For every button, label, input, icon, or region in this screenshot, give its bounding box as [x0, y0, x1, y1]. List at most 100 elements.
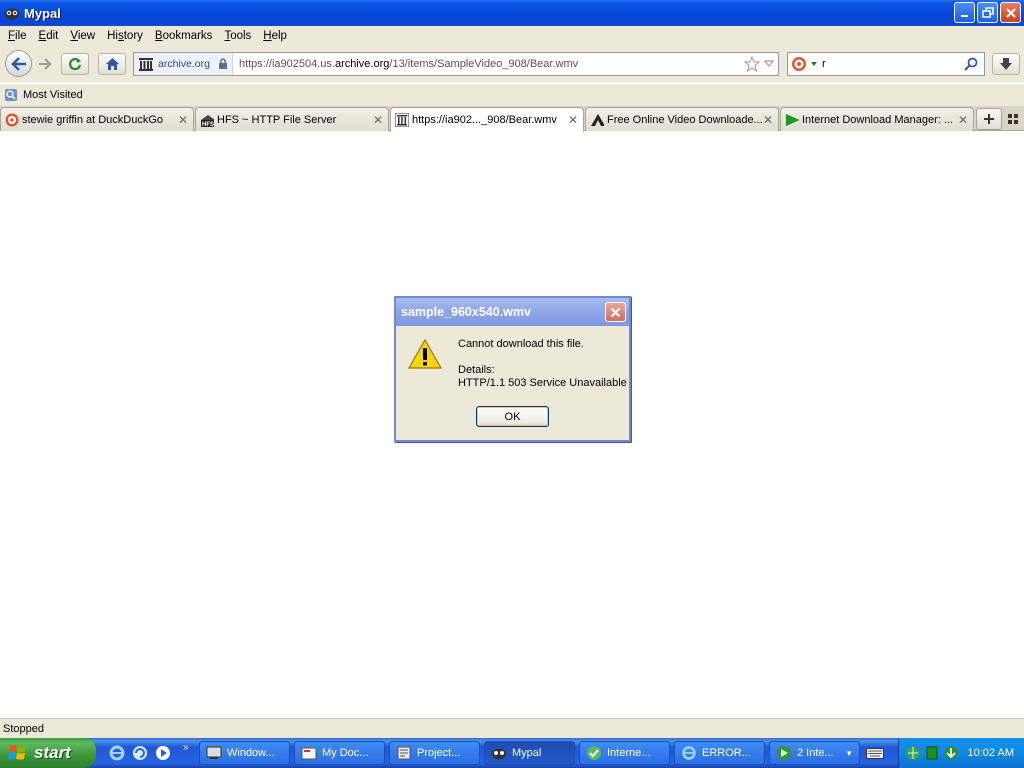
task-label: My Doc... — [322, 747, 369, 759]
status-bar: Stopped — [0, 718, 1024, 738]
ie-icon — [682, 746, 696, 760]
quicklaunch-ie[interactable] — [108, 744, 126, 762]
home-button[interactable] — [98, 53, 126, 75]
task-label: ERROR... — [702, 747, 751, 759]
idm-tray-icon[interactable] — [943, 745, 959, 761]
idm-icon — [777, 746, 791, 760]
media-player-icon — [156, 746, 170, 760]
menu-bar: File Edit View History Bookmarks Tools H… — [0, 26, 1024, 46]
url-text[interactable]: https://ia902504.us.archive.org/13/items… — [233, 58, 744, 70]
bookmark-most-visited[interactable]: Most Visited — [4, 88, 83, 102]
mypal-icon — [492, 748, 506, 760]
chevron-down-icon: ▼ — [845, 748, 853, 758]
folder-icon — [301, 747, 317, 760]
navigation-toolbar: archive.org https://ia902504.us.archive.… — [0, 46, 1024, 82]
all-tabs-button[interactable] — [1006, 112, 1020, 126]
dialog-close-button[interactable] — [605, 302, 626, 322]
dialog-title: sample_960x540.wmv — [401, 305, 531, 319]
back-button[interactable] — [5, 50, 32, 77]
internet-icon — [587, 746, 601, 760]
tab-duckduckgo[interactable]: stewie griffin at DuckDuckGo ✕ — [0, 107, 194, 131]
downloads-button[interactable] — [992, 53, 1020, 75]
triangle-icon — [591, 113, 604, 126]
site-identity-label: archive.org — [158, 58, 210, 70]
ok-button[interactable]: OK — [476, 406, 549, 427]
tab-close-icon[interactable]: ✕ — [957, 114, 969, 126]
reload-icon — [68, 58, 82, 71]
task-label: Project... — [417, 747, 461, 759]
close-icon — [1005, 7, 1016, 18]
task-label: 2 Inte... — [797, 747, 834, 759]
lock-icon — [218, 58, 227, 69]
task-mypal[interactable]: Mypal — [484, 741, 575, 765]
menu-history[interactable]: History — [101, 30, 149, 42]
menu-tools[interactable]: Tools — [218, 30, 257, 42]
task-project[interactable]: Project... — [389, 741, 480, 765]
task-label: Window... — [227, 747, 275, 759]
search-input[interactable] — [822, 58, 962, 70]
network-icon[interactable] — [905, 745, 921, 761]
forward-arrow-icon — [39, 58, 52, 70]
address-bar[interactable]: archive.org https://ia902504.us.archive.… — [133, 52, 779, 76]
menu-help[interactable]: Help — [257, 30, 293, 42]
archive-icon — [395, 113, 409, 127]
minimize-icon — [960, 14, 968, 17]
archive-icon — [139, 57, 153, 71]
green-status-icon[interactable] — [926, 746, 938, 760]
quicklaunch-media-player[interactable] — [154, 744, 172, 762]
menu-view[interactable]: View — [64, 30, 101, 42]
windows-taskbar: start » Window... My Doc... Project... M… — [0, 738, 1024, 768]
dialog-details-label: Details: — [458, 364, 495, 376]
minimize-button[interactable] — [954, 2, 975, 23]
forward-button[interactable] — [34, 55, 56, 73]
tab-video-downloader[interactable]: Free Online Video Downloade... ✕ — [585, 107, 779, 131]
tab-label: Free Online Video Downloade... — [607, 113, 762, 126]
task-windows[interactable]: Window... — [199, 741, 290, 765]
task-my-documents[interactable]: My Doc... — [294, 741, 385, 765]
windows-logo-icon — [8, 745, 26, 760]
search-bar[interactable] — [787, 52, 985, 76]
keyboard-icon[interactable] — [866, 746, 884, 760]
search-engine-dropdown-icon[interactable] — [810, 61, 818, 67]
url-dropdown-icon[interactable] — [764, 60, 774, 68]
new-tab-button[interactable] — [976, 108, 1002, 130]
quicklaunch-show-desktop[interactable] — [131, 744, 149, 762]
tab-close-icon[interactable]: ✕ — [372, 114, 384, 126]
bookmark-label: Most Visited — [23, 89, 83, 101]
clock: 10:02 AM — [967, 747, 1014, 759]
window-titlebar: Mypal — [0, 0, 1024, 26]
project-icon — [397, 746, 411, 760]
menu-file[interactable]: File — [2, 30, 33, 42]
duckduckgo-search-icon[interactable] — [791, 56, 807, 72]
reload-button[interactable] — [61, 53, 89, 75]
restore-button[interactable] — [977, 2, 998, 23]
site-identity-button[interactable]: archive.org — [134, 53, 233, 75]
back-arrow-icon — [10, 56, 26, 71]
search-icon[interactable] — [964, 57, 978, 71]
tab-label: https://ia902..._908/Bear.wmv — [412, 114, 557, 126]
menu-edit[interactable]: Edit — [33, 30, 65, 42]
tab-archive-bear-wmv[interactable]: https://ia902..._908/Bear.wmv ✕ — [390, 107, 584, 132]
dialog-details-text: HTTP/1.1 503 Service Unavailable — [458, 377, 627, 389]
tab-close-icon[interactable]: ✕ — [177, 114, 189, 126]
tab-hfs[interactable]: HFS HFS ~ HTTP File Server ✕ — [195, 107, 389, 131]
dialog-message: Cannot download this file. Details: HTTP… — [458, 338, 627, 390]
tab-idm[interactable]: Internet Download Manager: ... ✕ — [780, 107, 974, 131]
dialog-message-text: Cannot download this file. — [458, 338, 584, 350]
tab-strip: stewie griffin at DuckDuckGo ✕ HFS HFS ~… — [0, 106, 1024, 132]
task-error[interactable]: ERROR... — [674, 741, 765, 765]
idm-play-icon — [786, 113, 799, 126]
start-button[interactable]: start — [0, 738, 96, 768]
tab-close-icon[interactable]: ✕ — [762, 114, 774, 126]
menu-bookmarks[interactable]: Bookmarks — [149, 30, 219, 42]
bookmark-star-icon[interactable] — [744, 56, 760, 72]
task-idm-group[interactable]: 2 Inte... ▼ — [769, 741, 860, 765]
internet-explorer-icon — [109, 745, 125, 761]
download-arrow-icon — [1000, 58, 1012, 70]
tab-close-icon[interactable]: ✕ — [567, 114, 579, 126]
quicklaunch-more-icon[interactable]: » — [183, 742, 189, 753]
windows-explorer-icon — [206, 746, 222, 759]
close-window-button[interactable] — [1000, 2, 1021, 23]
dialog-titlebar: sample_960x540.wmv — [396, 298, 629, 326]
task-internet[interactable]: Interne... — [579, 741, 670, 765]
